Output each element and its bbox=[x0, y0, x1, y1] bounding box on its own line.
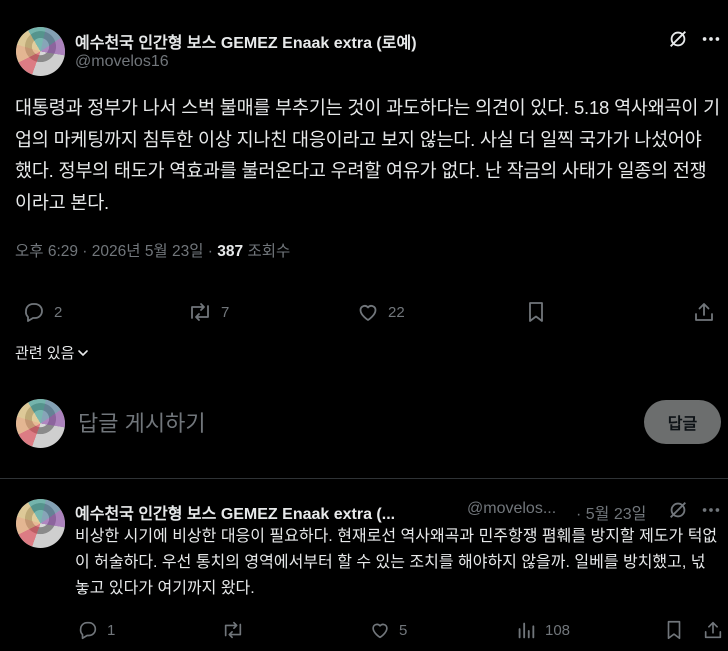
more-icon[interactable] bbox=[700, 499, 722, 521]
like-button[interactable]: 22 bbox=[356, 300, 405, 324]
share-icon[interactable] bbox=[692, 300, 716, 324]
avatar[interactable] bbox=[16, 27, 65, 76]
reply-button[interactable]: 2 bbox=[22, 300, 62, 324]
reply-date[interactable]: · 5월 23일 bbox=[576, 500, 646, 524]
reply-like-button[interactable]: 5 bbox=[369, 619, 407, 641]
reply-handle[interactable]: @movelos... bbox=[467, 500, 556, 518]
grok-icon[interactable] bbox=[667, 28, 689, 50]
reply-reply-button[interactable]: 1 bbox=[77, 619, 115, 641]
author-handle[interactable]: @movelos16 bbox=[75, 53, 169, 71]
avatar-image bbox=[16, 399, 65, 448]
reply-submit-button[interactable]: 답글 bbox=[644, 400, 721, 444]
avatar-image bbox=[16, 27, 65, 76]
post-text: 대통령과 정부가 나서 스벅 불매를 부추기는 것이 과도하다는 의견이 있다.… bbox=[15, 97, 720, 213]
repost-count: 7 bbox=[221, 303, 230, 321]
share-icon[interactable] bbox=[702, 619, 724, 641]
reply-like-count: 5 bbox=[399, 621, 408, 639]
reply-text: 비상한 시기에 비상한 대응이 필요하다. 현재로선 역사왜곡과 민주항쟁 폄훼… bbox=[75, 528, 718, 597]
reply-icon bbox=[22, 300, 46, 324]
post-meta: 오후 6:29 · 2026년 5월 23일 · 387 조회수 bbox=[15, 239, 290, 261]
like-icon bbox=[356, 300, 380, 324]
bookmark-icon[interactable] bbox=[663, 619, 685, 641]
bookmark-icon[interactable] bbox=[524, 300, 548, 324]
composer-avatar bbox=[16, 399, 65, 448]
author-name[interactable]: 예수천국 인간형 보스 GEMEZ Enaak extra (로예) bbox=[75, 29, 417, 53]
post-timestamp[interactable]: 오후 6:29 · 2026년 5월 23일 · bbox=[15, 243, 217, 260]
reply-repost-button[interactable] bbox=[221, 619, 253, 641]
grok-icon[interactable] bbox=[667, 499, 689, 521]
reply-icon bbox=[77, 619, 99, 641]
avatar-image bbox=[16, 499, 65, 548]
chevron-down-icon bbox=[76, 346, 90, 360]
related-toggle[interactable]: 관련 있음 bbox=[15, 342, 90, 363]
reply-views-count: 108 bbox=[545, 621, 571, 639]
reply-reply-count: 1 bbox=[107, 621, 116, 639]
reply-author-name[interactable]: 예수천국 인간형 보스 GEMEZ Enaak extra (... bbox=[75, 500, 395, 524]
repost-button[interactable]: 7 bbox=[187, 300, 229, 324]
related-label: 관련 있음 bbox=[15, 345, 75, 362]
views-label: 조회수 bbox=[243, 243, 291, 260]
reply-count: 2 bbox=[54, 303, 63, 321]
reply-avatar[interactable] bbox=[16, 499, 65, 548]
repost-icon bbox=[221, 619, 245, 641]
repost-icon bbox=[187, 300, 213, 324]
reply-views-button[interactable]: 108 bbox=[515, 619, 570, 641]
like-count: 22 bbox=[388, 303, 405, 321]
divider bbox=[0, 478, 728, 479]
like-icon bbox=[369, 619, 391, 641]
views-count: 387 bbox=[217, 243, 244, 260]
more-icon[interactable] bbox=[700, 28, 722, 50]
views-icon bbox=[515, 619, 537, 641]
reply-input[interactable]: 답글 게시하기 bbox=[78, 406, 206, 438]
